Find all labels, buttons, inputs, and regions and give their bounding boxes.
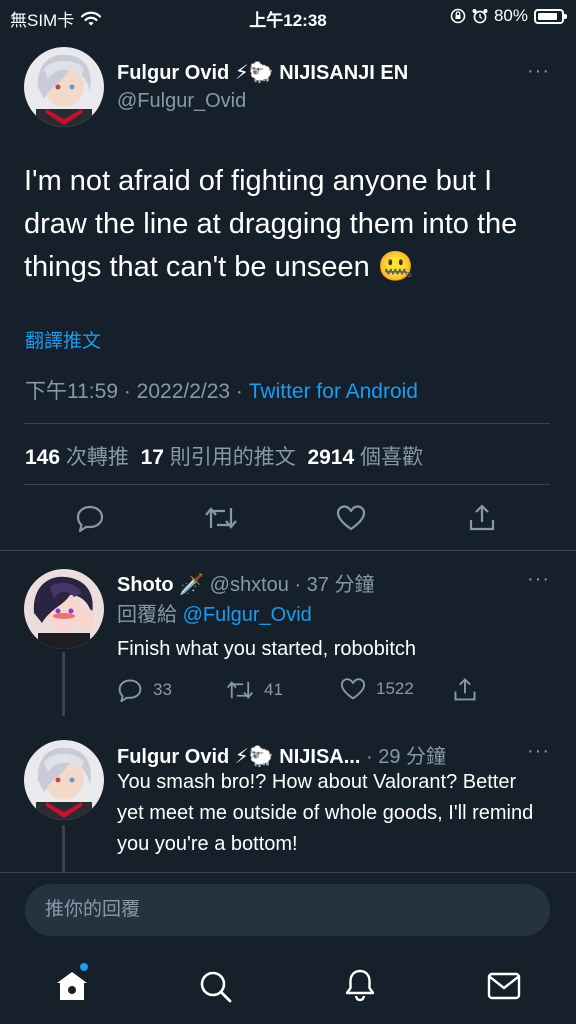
reply-text: Finish what you started, robobitch <box>117 638 417 660</box>
tweet-timestamp: 下午11:59 · 2022/2/23 · <box>25 380 249 403</box>
share-icon[interactable] <box>467 502 497 532</box>
reply-count: 33 <box>153 680 172 699</box>
tweet-detail-screen: 無SIM卡 上午12:38 80% Fulgur Ovid ⚡🐑 NIJISAN… <box>0 0 576 1024</box>
battery-icon <box>534 8 567 24</box>
like-count: 1522 <box>376 679 414 698</box>
share-icon[interactable] <box>452 676 478 702</box>
quotes-label[interactable]: 則引用的推文 <box>170 446 296 469</box>
author-avatar[interactable] <box>24 47 104 127</box>
reply-reply-button[interactable]: 33 <box>117 677 172 703</box>
tweet-meta: 下午11:59 · 2022/2/23 · Twitter for Androi… <box>25 375 418 405</box>
reply-to-line: 回覆給 @Fulgur_Ovid <box>117 598 312 627</box>
tweet-source-link[interactable]: Twitter for Android <box>249 380 418 403</box>
author-handle[interactable]: @Fulgur_Ovid <box>117 90 246 113</box>
likes-count[interactable]: 2914 <box>307 446 354 469</box>
tweet-text: I'm not afraid of fighting anyone but I … <box>24 165 518 283</box>
author-name[interactable]: Fulgur Ovid ⚡🐑 NIJISANJI EN <box>117 60 408 85</box>
orientation-lock-icon <box>450 8 466 24</box>
likes-label[interactable]: 個喜歡 <box>360 446 423 469</box>
reply-author-line: Fulgur Ovid ⚡🐑 NIJISA... · 29 分鐘 <box>117 740 446 769</box>
translate-tweet-link[interactable]: 翻譯推文 <box>25 326 101 353</box>
thread-line <box>62 825 65 875</box>
messages-icon[interactable] <box>487 972 521 1000</box>
home-notification-dot <box>80 963 88 971</box>
reply-meta: · 29 分鐘 <box>360 746 446 768</box>
thread-line <box>62 652 65 716</box>
reply-avatar[interactable] <box>24 569 104 649</box>
reply-author-line: Shoto 🗡️ @shxtou · 37 分鐘 <box>117 568 374 597</box>
quotes-count[interactable]: 17 <box>141 446 164 469</box>
divider <box>0 550 576 551</box>
battery-percent: 80% <box>493 6 528 25</box>
status-bar: 無SIM卡 上午12:38 80% <box>0 0 576 34</box>
more-options-icon[interactable]: ··· <box>527 60 550 83</box>
reply-icon <box>118 679 142 703</box>
divider <box>24 423 550 424</box>
reply-meta: @shxtou · 37 分鐘 <box>209 574 375 596</box>
retweet-count: 41 <box>264 680 283 699</box>
search-icon[interactable] <box>199 970 233 1004</box>
retweets-count[interactable]: 146 <box>25 446 60 469</box>
notifications-icon[interactable] <box>344 968 376 1002</box>
like-icon[interactable] <box>336 504 366 532</box>
reply-like-button[interactable]: 1522 <box>340 677 414 701</box>
home-icon[interactable] <box>55 970 89 1002</box>
retweets-label[interactable]: 次轉推 <box>66 446 129 469</box>
reply-author-name[interactable]: Fulgur Ovid ⚡🐑 NIJISA... <box>117 746 360 768</box>
reply-more-options-icon[interactable]: ··· <box>527 568 550 591</box>
reply-author-name[interactable]: Shoto 🗡️ <box>117 574 204 596</box>
status-right: 80% <box>450 6 567 26</box>
retweet-icon <box>226 681 254 699</box>
reply-input[interactable]: 推你的回覆 <box>25 884 550 936</box>
reply-retweet-button[interactable]: 41 <box>226 677 283 703</box>
reply-more-options-icon[interactable]: ··· <box>527 740 550 763</box>
like-icon <box>340 678 366 700</box>
reply-to-mention[interactable]: @Fulgur_Ovid <box>183 604 312 626</box>
reply-avatar[interactable] <box>24 740 104 820</box>
reply-text: You smash bro!? How about Valorant? Bett… <box>117 771 534 855</box>
reply-icon[interactable] <box>75 503 105 533</box>
tweet-stats: 146 次轉推 17 則引用的推文 2914 個喜歡 <box>25 441 423 471</box>
retweet-icon[interactable] <box>204 503 238 533</box>
alarm-icon <box>472 9 488 24</box>
divider <box>24 484 550 485</box>
reply-to-label: 回覆給 <box>117 604 183 626</box>
